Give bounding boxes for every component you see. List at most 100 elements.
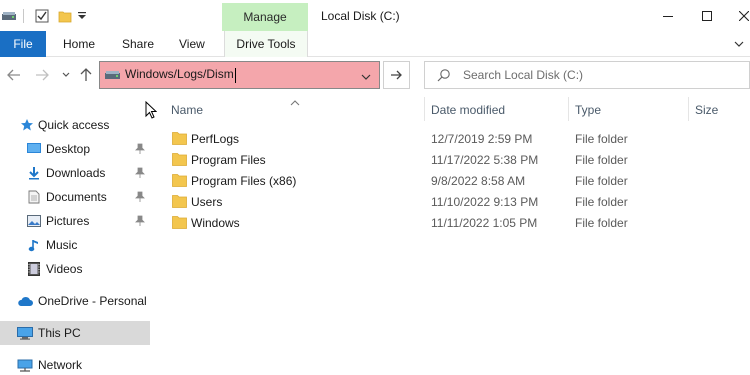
customize-dropdown-icon[interactable] — [77, 8, 87, 24]
file-date: 12/7/2019 2:59 PM — [431, 132, 533, 146]
folder-icon — [172, 215, 187, 229]
text-caret — [234, 67, 236, 83]
up-arrow-icon[interactable] — [78, 67, 94, 83]
drive-icon[interactable] — [2, 8, 16, 24]
file-type: File folder — [575, 195, 628, 209]
maximize-icon[interactable] — [697, 6, 717, 26]
file-name: Program Files — [191, 153, 266, 167]
back-arrow-icon[interactable] — [6, 67, 22, 83]
file-date: 11/17/2022 5:38 PM — [431, 153, 539, 167]
sidebar-item-music[interactable]: Music — [0, 233, 150, 257]
pin-icon[interactable] — [135, 215, 145, 227]
properties-icon[interactable] — [34, 8, 50, 24]
sidebar-item-label: Documents — [46, 190, 107, 204]
sidebar-item-label: Videos — [46, 262, 83, 276]
picture-icon — [26, 213, 42, 229]
file-row[interactable]: Windows 11/11/2022 1:05 PM File folder — [150, 212, 750, 233]
window-title: Local Disk (C:) — [321, 9, 400, 23]
sidebar-item-label: This PC — [38, 326, 81, 340]
network-icon — [17, 357, 33, 373]
recent-locations-icon[interactable] — [58, 67, 74, 83]
pin-icon[interactable] — [135, 143, 145, 155]
file-type: File folder — [575, 174, 628, 188]
folder-icon — [172, 152, 187, 166]
column-header-date-modified[interactable]: Date modified — [431, 103, 505, 117]
sidebar-item-quick-access[interactable]: Quick access — [0, 113, 150, 137]
sidebar-item-label: Pictures — [46, 214, 90, 228]
column-headers: Name Date modified Type Size — [150, 95, 750, 123]
file-row[interactable]: Program Files 11/17/2022 5:38 PM File fo… — [150, 149, 750, 170]
toolbar-divider — [22, 8, 26, 24]
tab-manage[interactable]: Manage — [222, 3, 308, 31]
file-name: Program Files (x86) — [191, 174, 297, 188]
address-bar[interactable]: Windows/Logs/Dism — [99, 61, 380, 89]
sidebar-item-this-pc[interactable]: This PC — [0, 321, 150, 345]
column-divider[interactable] — [424, 97, 425, 121]
pin-icon[interactable] — [135, 191, 145, 203]
cloud-icon — [17, 293, 33, 309]
column-header-size[interactable]: Size — [695, 103, 718, 117]
column-header-name[interactable]: Name — [171, 103, 203, 117]
go-button[interactable] — [383, 61, 410, 89]
sidebar-item-desktop[interactable]: Desktop — [0, 137, 150, 161]
title-bar: Manage Local Disk (C:) — [0, 0, 750, 31]
sort-ascending-icon — [290, 95, 300, 109]
search-icon — [437, 69, 450, 82]
sidebar-item-pictures[interactable]: Pictures — [0, 209, 150, 233]
sidebar-item-downloads[interactable]: Downloads — [0, 161, 150, 185]
close-icon[interactable] — [734, 6, 750, 26]
file-name: Users — [191, 195, 223, 209]
new-folder-icon[interactable] — [57, 8, 73, 24]
file-name: PerfLogs — [191, 132, 240, 146]
forward-arrow-icon[interactable] — [34, 67, 50, 83]
desktop-icon — [26, 141, 42, 157]
search-input[interactable]: Search Local Disk (C:) — [463, 68, 583, 82]
chevron-down-icon[interactable] — [734, 37, 744, 51]
sidebar-item-label: Downloads — [46, 166, 106, 180]
navigation-pane: Quick access Desktop Downloads Documents — [0, 95, 150, 375]
pin-icon[interactable] — [135, 167, 145, 179]
sidebar-item-documents[interactable]: Documents — [0, 185, 150, 209]
sidebar-item-label: OneDrive - Personal — [38, 294, 147, 308]
folder-icon — [172, 131, 187, 145]
tab-share[interactable]: Share — [122, 31, 154, 57]
file-name: Windows — [191, 216, 240, 230]
tab-file[interactable]: File — [0, 31, 46, 57]
chevron-down-icon[interactable] — [361, 70, 371, 84]
file-row[interactable]: Program Files (x86) 9/8/2022 8:58 AM Fil… — [150, 170, 750, 191]
music-icon — [26, 237, 42, 253]
computer-icon — [17, 325, 33, 341]
address-input[interactable]: Windows/Logs/Dism — [125, 67, 236, 83]
file-type: File folder — [575, 153, 628, 167]
folder-icon — [172, 194, 187, 208]
search-box[interactable]: Search Local Disk (C:) — [424, 61, 750, 89]
sidebar-item-label: Network — [38, 358, 83, 372]
ribbon-tabs: File Home Share View Drive Tools — [0, 31, 750, 57]
file-type: File folder — [575, 216, 628, 230]
minimize-icon[interactable] — [658, 6, 678, 26]
tab-drive-tools[interactable]: Drive Tools — [224, 31, 308, 57]
download-icon — [26, 165, 42, 181]
file-type: File folder — [575, 132, 628, 146]
file-date: 11/11/2022 1:05 PM — [431, 216, 538, 230]
sidebar-item-label: Desktop — [46, 142, 91, 156]
tab-home[interactable]: Home — [63, 31, 95, 57]
drive-icon — [105, 69, 120, 81]
file-date: 9/8/2022 8:58 AM — [431, 174, 526, 188]
file-row[interactable]: PerfLogs 12/7/2019 2:59 PM File folder — [150, 128, 750, 149]
file-date: 11/10/2022 9:13 PM — [431, 195, 539, 209]
column-divider[interactable] — [688, 97, 689, 121]
sidebar-item-label: Music — [46, 238, 78, 252]
column-header-type[interactable]: Type — [575, 103, 601, 117]
mouse-pointer-icon — [145, 100, 158, 122]
file-row[interactable]: Users 11/10/2022 9:13 PM File folder — [150, 191, 750, 212]
sidebar-item-onedrive[interactable]: OneDrive - Personal — [0, 289, 150, 313]
sidebar-item-network[interactable]: Network — [0, 353, 150, 375]
star-icon — [19, 117, 35, 133]
tab-view[interactable]: View — [179, 31, 205, 57]
arrow-right-icon — [390, 70, 402, 80]
column-divider[interactable] — [568, 97, 569, 121]
document-icon — [26, 189, 42, 205]
folder-icon — [172, 173, 187, 187]
sidebar-item-videos[interactable]: Videos — [0, 257, 150, 281]
